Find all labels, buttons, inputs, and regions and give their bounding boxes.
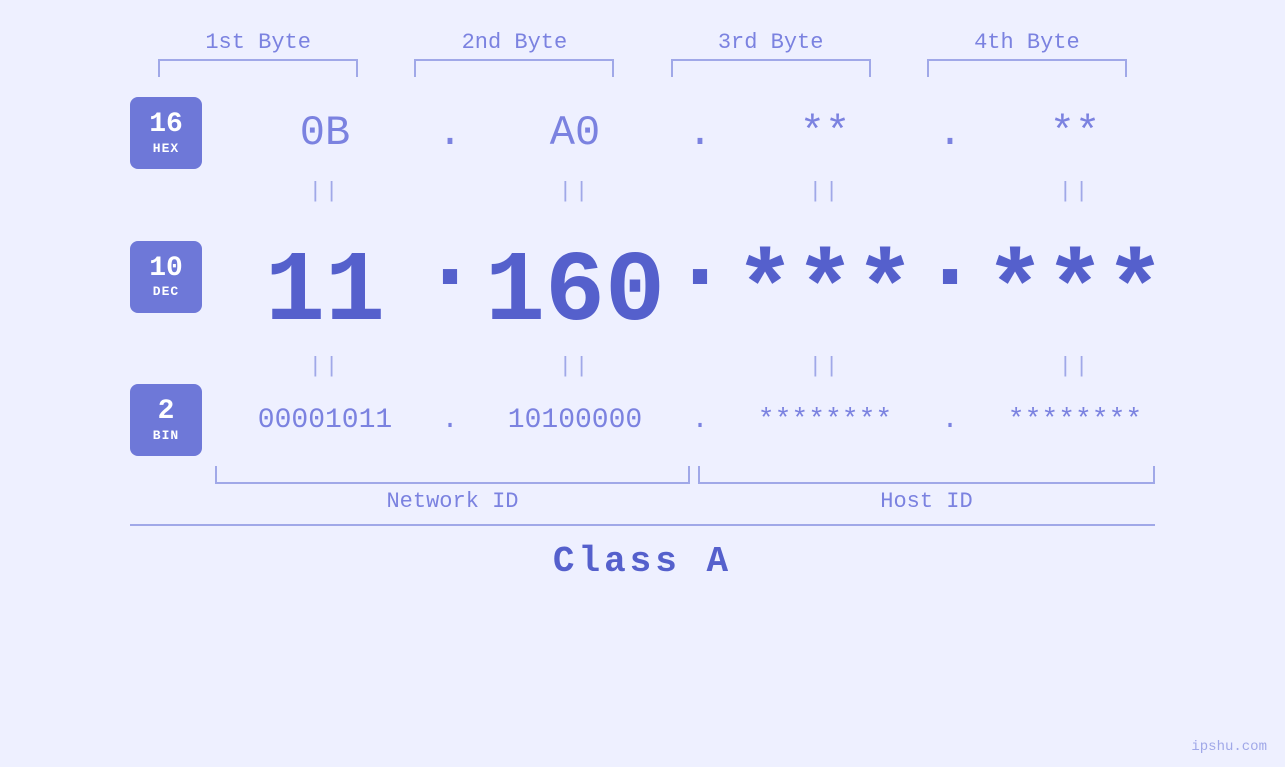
hex-val-1: 0B [300, 109, 350, 157]
eq-4: || [965, 179, 1185, 204]
top-bracket-row [0, 55, 1285, 77]
dec-badge-holder: 10 DEC [130, 241, 215, 313]
dec-val-3: *** [735, 244, 915, 344]
byte-header-3: 3rd Byte [661, 30, 881, 55]
eq2-2: || [465, 354, 685, 379]
hex-cell-4: ** [965, 109, 1185, 157]
hex-row-wrapper: 16 HEX 0B . A0 . ** [130, 97, 1155, 169]
class-line [130, 524, 1155, 526]
hex-cell-2: A0 [465, 109, 685, 157]
hex-cell-3: ** [715, 109, 935, 157]
bin-badge: 2 BIN [130, 384, 202, 456]
hex-dot-2: . [685, 109, 715, 157]
bracket-4 [927, 59, 1127, 77]
network-id-label: Network ID [215, 489, 690, 514]
main-container: 1st Byte 2nd Byte 3rd Byte 4th Byte 16 H… [0, 0, 1285, 767]
bottom-bracket-host [698, 466, 1155, 484]
hex-badge-holder: 16 HEX [130, 97, 215, 169]
bin-cell-4: ******** [965, 405, 1185, 436]
dec-dot-2: . [685, 209, 715, 344]
bin-val-1: 00001011 [258, 405, 392, 436]
dec-row-wrapper: 10 DEC 11 . 160 . *** [130, 209, 1155, 344]
dec-dot-1: . [435, 209, 465, 344]
hex-val-4: ** [1050, 109, 1100, 157]
bin-badge-num: 2 [158, 397, 175, 428]
class-label: Class A [553, 541, 732, 582]
dec-cell-3: *** [715, 244, 935, 344]
bin-val-3: ******** [758, 405, 892, 436]
eq-2: || [465, 179, 685, 204]
bin-row-wrapper: 2 BIN 00001011 . 10100000 . ******** [130, 384, 1155, 456]
hex-val-2: A0 [550, 109, 600, 157]
bin-cell-2: 10100000 [465, 405, 685, 436]
bin-dot-2: . [685, 405, 715, 436]
bottom-bracket-network [215, 466, 690, 484]
hex-badge-label: HEX [153, 141, 179, 156]
dec-cell-4: *** [965, 244, 1185, 344]
bin-dot-3: . [935, 405, 965, 436]
dec-val-1: 11 [265, 244, 385, 344]
eq-inner-1: || || || || [215, 179, 1185, 204]
bin-dot-1: . [435, 405, 465, 436]
hex-dot-3: . [935, 109, 965, 157]
host-id-label: Host ID [698, 489, 1155, 514]
bin-cell-1: 00001011 [215, 405, 435, 436]
watermark: ipshu.com [1191, 739, 1267, 755]
byte-header-4: 4th Byte [917, 30, 1137, 55]
eq-inner-2: || || || || [215, 354, 1185, 379]
dec-val-2: 160 [485, 244, 665, 344]
labels-row: Network ID Host ID [130, 489, 1155, 514]
class-label-row: Class A [130, 536, 1155, 592]
byte-header-1: 1st Byte [148, 30, 368, 55]
eq2-4: || [965, 354, 1185, 379]
hex-badge-num: 16 [149, 110, 183, 141]
bracket-1 [158, 59, 358, 77]
dec-badge: 10 DEC [130, 241, 202, 313]
bottom-bracket-inner [215, 466, 1155, 484]
all-rows: 16 HEX 0B . A0 . ** [0, 97, 1285, 514]
bin-val-2: 10100000 [508, 405, 642, 436]
bin-val-4: ******** [1008, 405, 1142, 436]
class-row-wrapper: Class A [0, 524, 1285, 592]
eq-row-2: || || || || [130, 349, 1155, 384]
bin-badge-label: BIN [153, 428, 179, 443]
dec-badge-num: 10 [149, 254, 183, 285]
dec-val-4: *** [985, 244, 1165, 344]
dec-cell-1: 11 [215, 244, 435, 344]
eq2-1: || [215, 354, 435, 379]
dec-badge-label: DEC [153, 284, 179, 299]
bin-badge-holder: 2 BIN [130, 384, 215, 456]
dec-dot-3: . [935, 209, 965, 344]
eq-3: || [715, 179, 935, 204]
byte-headers: 1st Byte 2nd Byte 3rd Byte 4th Byte [0, 0, 1285, 55]
bottom-bracket-row [130, 466, 1155, 484]
eq2-3: || [715, 354, 935, 379]
hex-values-row: 0B . A0 . ** . ** [215, 109, 1185, 157]
hex-cell-1: 0B [215, 109, 435, 157]
hex-val-3: ** [800, 109, 850, 157]
bracket-2 [414, 59, 614, 77]
labels-inner: Network ID Host ID [215, 489, 1155, 514]
bracket-3 [671, 59, 871, 77]
hex-badge: 16 HEX [130, 97, 202, 169]
eq-1: || [215, 179, 435, 204]
hex-dot-1: . [435, 109, 465, 157]
dec-values-row: 11 . 160 . *** . *** [215, 209, 1185, 344]
bin-cell-3: ******** [715, 405, 935, 436]
bin-values-row: 00001011 . 10100000 . ******** . [215, 405, 1185, 436]
byte-header-2: 2nd Byte [404, 30, 624, 55]
dec-cell-2: 160 [465, 244, 685, 344]
eq-row-1: || || || || [130, 174, 1155, 209]
